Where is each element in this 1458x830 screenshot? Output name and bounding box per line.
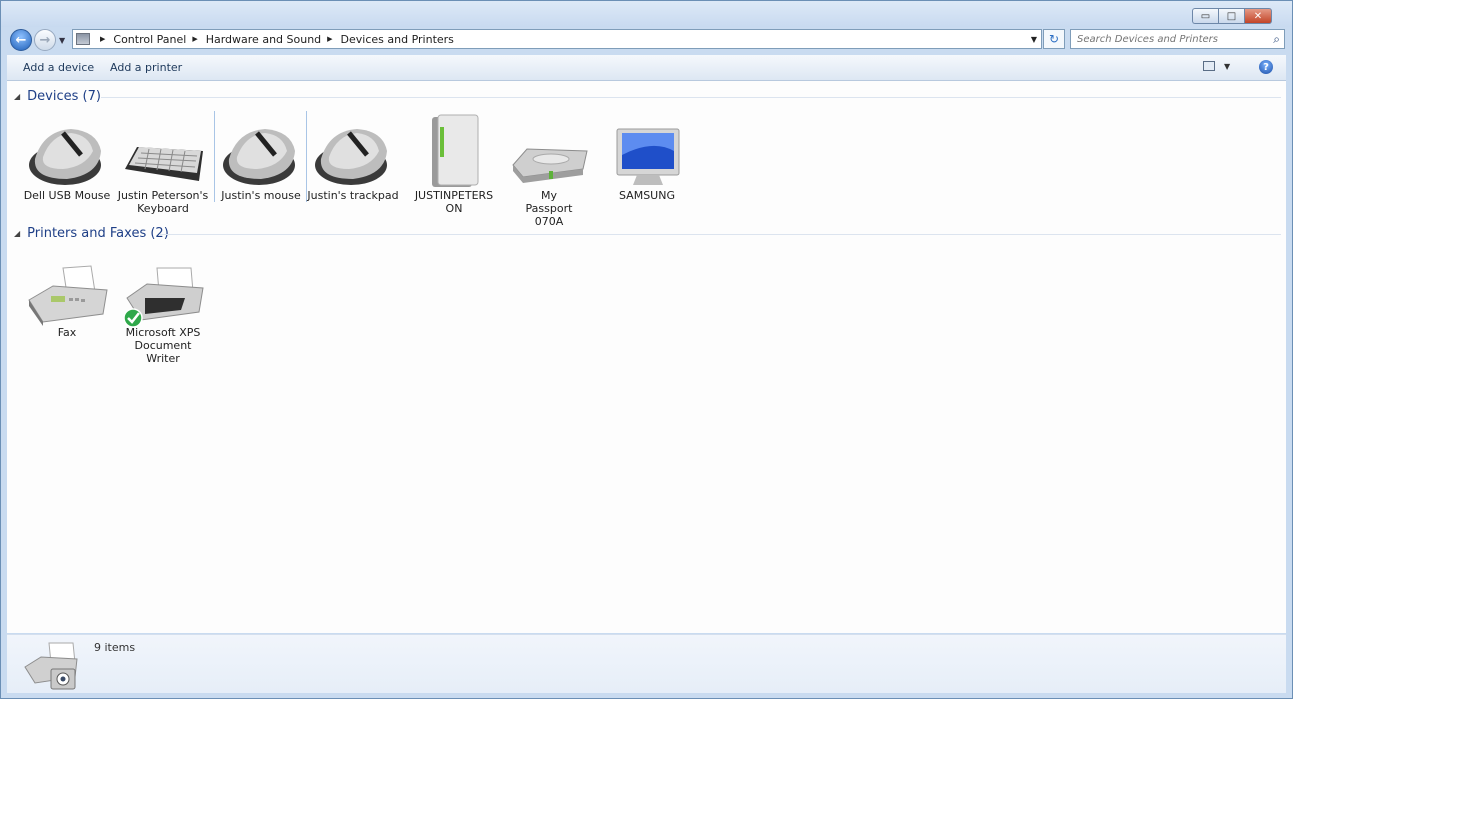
collapse-triangle-icon[interactable]: ◢ [14, 92, 20, 101]
breadcrumb-control-panel[interactable]: Control Panel [113, 33, 186, 46]
devices-group-title: Devices (7) [27, 89, 101, 104]
mouse-icon [309, 111, 397, 195]
address-dropdown-icon[interactable]: ▼ [1031, 35, 1037, 44]
printer-tile[interactable]: Microsoft XPS Document Writer [117, 248, 209, 365]
printer-icon [119, 248, 207, 332]
breadcrumb-devices-and-printers[interactable]: Devices and Printers [341, 33, 454, 46]
help-icon[interactable]: ? [1259, 60, 1273, 74]
mouse-icon [23, 111, 111, 195]
search-input[interactable] [1071, 30, 1257, 48]
refresh-button[interactable]: ↻ [1043, 29, 1065, 49]
breadcrumb-arrow-icon[interactable]: ▶ [100, 35, 105, 43]
device-tile[interactable]: Justin's trackpad [306, 111, 399, 202]
devices-group-header[interactable]: ◢ Devices (7) [14, 89, 101, 104]
add-device-button[interactable]: Add a device [23, 61, 94, 74]
navigation-bar: ← → ▼ ▶ Control Panel ▶ Hardware and Sou… [1, 27, 1292, 53]
breadcrumb-arrow-icon[interactable]: ▶ [192, 35, 197, 43]
mouse-icon [217, 111, 305, 195]
control-panel-icon [76, 33, 90, 45]
group-divider [159, 234, 1281, 235]
command-bar: Add a device Add a printer ▼ ? [7, 55, 1286, 81]
device-tile[interactable]: JUSTINPETERSON [408, 111, 500, 215]
address-bar[interactable]: ▶ Control Panel ▶ Hardware and Sound ▶ D… [72, 29, 1042, 49]
forward-button[interactable]: → [34, 29, 56, 51]
monitor-icon [603, 111, 691, 195]
device-tile[interactable]: Justin Peterson's Keyboard [117, 111, 209, 215]
close-button[interactable]: ✕ [1244, 8, 1272, 24]
device-tile[interactable]: Justin's mouse [214, 111, 307, 202]
computer-tower-icon [410, 111, 498, 195]
search-icon[interactable]: ⌕ [1273, 32, 1280, 47]
back-button[interactable]: ← [10, 29, 32, 51]
device-tile[interactable]: Dell USB Mouse [21, 111, 113, 202]
minimize-button[interactable]: ▭ [1192, 8, 1218, 24]
change-view-icon[interactable] [1203, 61, 1215, 71]
group-divider [101, 97, 1281, 98]
recent-pages-dropdown[interactable]: ▼ [59, 36, 65, 45]
breadcrumb-hardware-and-sound[interactable]: Hardware and Sound [206, 33, 321, 46]
window-controls: ▭ □ ✕ [1192, 8, 1272, 24]
view-options-dropdown-icon[interactable]: ▼ [1224, 62, 1230, 71]
printer-tile[interactable]: Fax [21, 248, 113, 339]
add-printer-button[interactable]: Add a printer [110, 61, 182, 74]
search-box: ⌕ [1070, 29, 1285, 49]
title-bar: ▭ □ ✕ [1, 1, 1292, 27]
keyboard-icon [119, 111, 207, 195]
details-pane: 9 items [7, 634, 1286, 693]
devices-and-printers-window: ▭ □ ✕ ← → ▼ ▶ Control Panel ▶ Hardware a… [0, 0, 1293, 699]
devices-and-printers-icon [21, 639, 81, 694]
printers-group-title: Printers and Faxes (2) [27, 226, 169, 241]
item-count: 9 items [94, 641, 136, 654]
maximize-button[interactable]: □ [1218, 8, 1244, 24]
fax-icon [23, 248, 111, 332]
content-pane: ◢ Devices (7) Dell USB Mouse Justin Pete… [7, 81, 1286, 633]
printers-group-header[interactable]: ◢ Printers and Faxes (2) [14, 226, 169, 241]
breadcrumb-arrow-icon[interactable]: ▶ [327, 35, 332, 43]
device-tile[interactable]: My Passport 070A [503, 111, 595, 228]
external-drive-icon [505, 111, 593, 195]
collapse-triangle-icon[interactable]: ◢ [14, 229, 20, 238]
device-tile[interactable]: SAMSUNG [601, 111, 693, 202]
